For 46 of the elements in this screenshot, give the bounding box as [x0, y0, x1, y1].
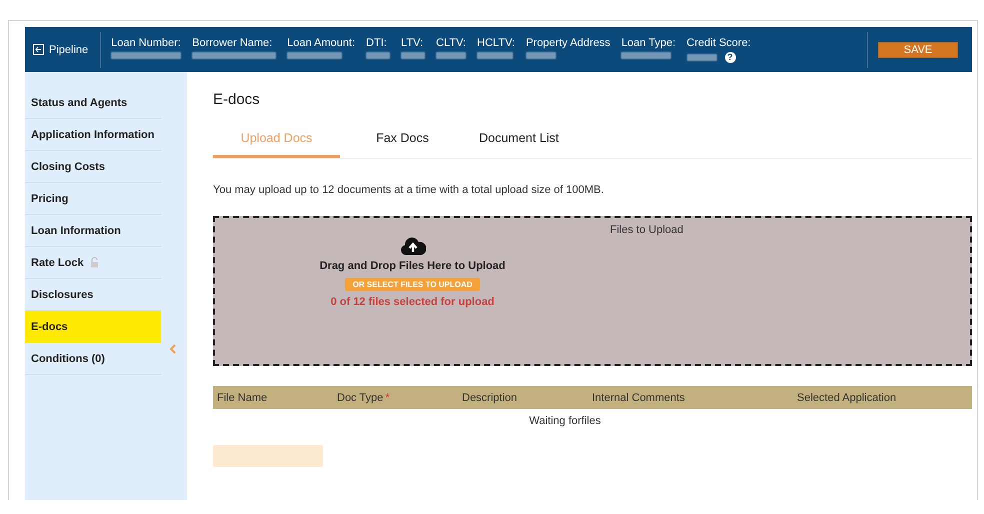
- redacted-value: [436, 52, 466, 58]
- exit-icon: [33, 44, 44, 55]
- field-label: DTI:: [366, 36, 388, 48]
- field-label: Property Address: [526, 36, 610, 48]
- column-header: Description: [462, 392, 518, 404]
- pipeline-button[interactable]: Pipeline: [25, 32, 102, 68]
- redacted-value: [686, 54, 717, 60]
- sidebar-item[interactable]: Loan Information: [25, 215, 161, 247]
- redacted-value: [621, 52, 672, 58]
- help-icon[interactable]: ?: [724, 52, 736, 62]
- redacted-value: [111, 52, 182, 58]
- sidebar-item[interactable]: E-docs: [25, 311, 161, 343]
- sidebar-item[interactable]: Pricing: [25, 183, 161, 215]
- field-label: Loan Type:: [621, 36, 676, 48]
- sidebar-item[interactable]: Status and Agents: [25, 87, 161, 119]
- field-label: Borrower Name:: [192, 36, 274, 48]
- empty-message: Waiting forfiles: [529, 415, 601, 427]
- sidebar-item[interactable]: Conditions (0): [25, 343, 161, 375]
- field-label: Loan Number:: [111, 36, 182, 48]
- tab[interactable]: Document List: [465, 131, 573, 158]
- collapse-icon[interactable]: [169, 344, 176, 354]
- field-label: LTV:: [401, 36, 424, 48]
- column-header: Internal Comments: [592, 392, 686, 404]
- field-label: HCLTV:: [477, 36, 515, 48]
- column-header: Doc Type *: [337, 392, 391, 404]
- redacted-value: [366, 52, 390, 58]
- column-header: File Name: [217, 392, 268, 404]
- sidebar-item[interactable]: Closing Costs: [25, 151, 161, 183]
- cloud-upload-icon: [400, 236, 426, 256]
- page-title: E-docs: [213, 91, 261, 108]
- redacted-value: [401, 52, 426, 58]
- tab[interactable]: Fax Docs: [340, 131, 465, 158]
- redacted-value: [287, 52, 342, 58]
- upload-note: You may upload up to 12 documents at a time with a total upload size of 100MB.: [213, 184, 605, 196]
- field-label: CLTV:: [436, 36, 466, 48]
- drop-prompt: Drag and Drop Files Here to Upload: [320, 260, 506, 272]
- drop-zone-title: Files to Upload: [610, 224, 684, 236]
- sidebar-item[interactable]: Rate Lock: [25, 247, 161, 279]
- redacted-value: [477, 52, 514, 58]
- field-label: Credit Score:: [686, 36, 751, 48]
- field-label: Loan Amount:: [287, 36, 356, 48]
- redacted-value: [526, 52, 556, 58]
- drop-zone[interactable]: Drag and Drop Files Here to Upload OR SELECT FILES TO UPLOAD 0 of 12 files selected for upload Files to Upload: [213, 216, 972, 366]
- sidebar-item[interactable]: Application Information: [25, 119, 161, 151]
- column-header: Selected Application: [797, 392, 898, 404]
- file-count: 0 of 12 files selected for upload: [330, 296, 494, 308]
